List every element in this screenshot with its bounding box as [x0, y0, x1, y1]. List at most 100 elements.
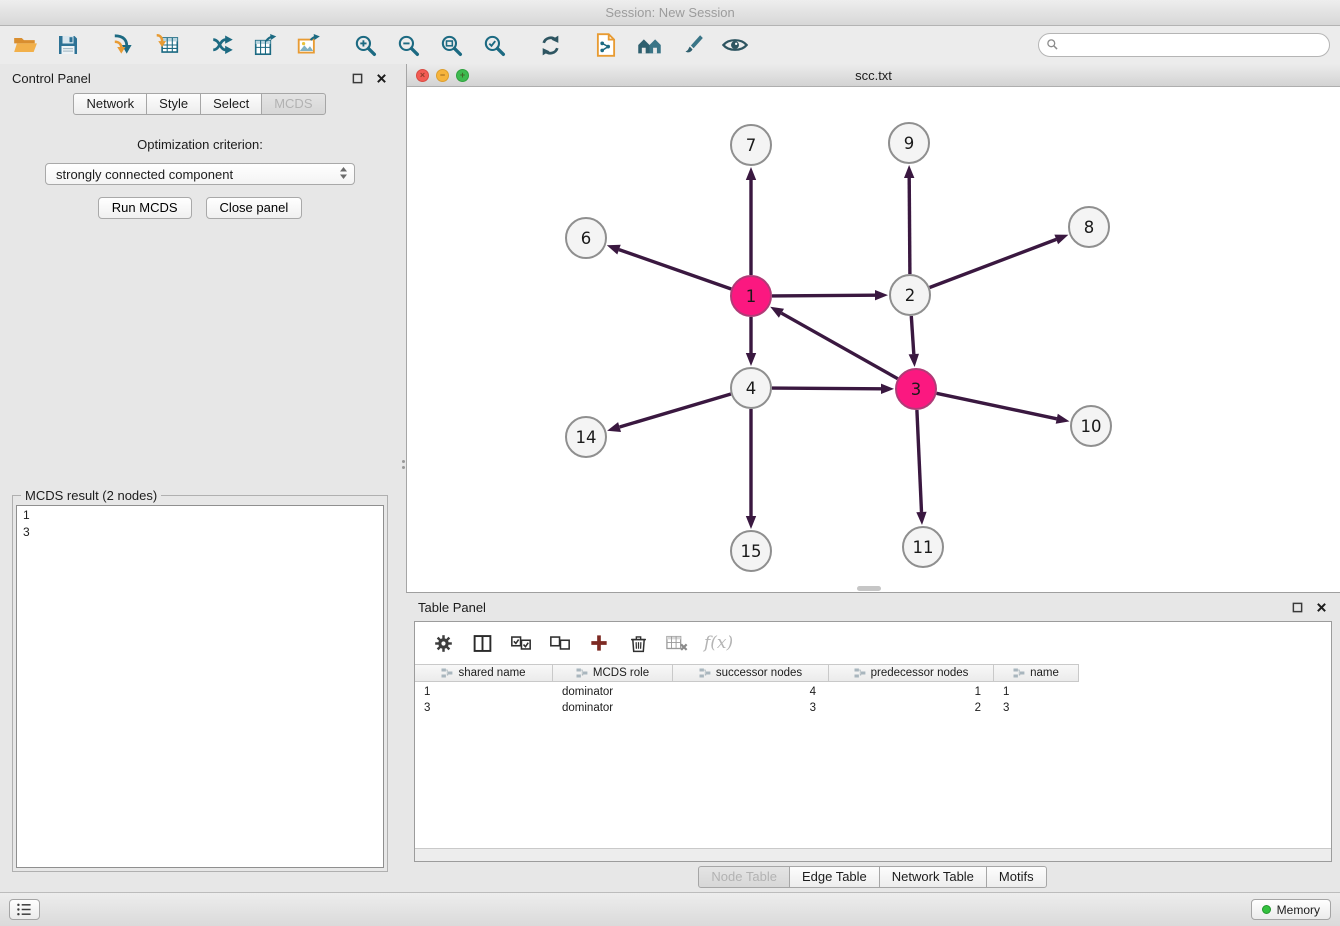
deselect-all-icon[interactable] [548, 630, 572, 656]
close-table-panel-icon[interactable] [1314, 600, 1328, 614]
column-header-mcds-role[interactable]: MCDS role [553, 664, 673, 682]
refresh-icon[interactable] [535, 30, 565, 60]
main-area: Control Panel NetworkStyleSelectMCDS Opt… [0, 64, 1340, 892]
graph-node-8[interactable]: 8 [1069, 207, 1109, 247]
memory-label: Memory [1277, 903, 1320, 917]
table-row[interactable]: 3dominator323 [415, 700, 1331, 716]
gear-icon[interactable] [431, 630, 455, 656]
edge-2-8[interactable] [930, 235, 1069, 288]
svg-text:11: 11 [913, 538, 934, 557]
tab-select[interactable]: Select [200, 93, 262, 115]
graph-node-10[interactable]: 10 [1071, 406, 1111, 446]
panel-splitter[interactable] [400, 64, 406, 892]
edge-4-14[interactable] [607, 394, 731, 432]
show-details-icon[interactable] [720, 30, 750, 60]
memory-button[interactable]: Memory [1251, 899, 1331, 920]
svg-text:8: 8 [1084, 218, 1095, 237]
apply-style-icon[interactable] [677, 30, 707, 60]
graph-node-1[interactable]: 1 [731, 276, 771, 316]
open-folder-icon[interactable] [10, 30, 40, 60]
float-panel-icon[interactable] [350, 71, 364, 85]
float-table-panel-icon[interactable] [1290, 600, 1304, 614]
criterion-select[interactable]: strongly connected component [45, 163, 355, 185]
export-table-icon[interactable] [251, 30, 281, 60]
canvas-hscroll-thumb[interactable] [857, 586, 881, 591]
export-network-icon[interactable] [591, 30, 621, 60]
edge-3-10[interactable] [937, 393, 1070, 424]
save-icon[interactable] [53, 30, 83, 60]
table-cell-name: 3 [994, 702, 1079, 714]
edge-4-3[interactable] [772, 384, 894, 394]
right-column: ×−+ scc.txt 7968124314101511 Table Panel [406, 64, 1340, 892]
edge-4-15[interactable] [746, 409, 756, 529]
column-header-successor-nodes[interactable]: successor nodes [673, 664, 829, 682]
graph-node-3[interactable]: 3 [896, 369, 936, 409]
memory-status-dot [1262, 905, 1271, 914]
graph-node-4[interactable]: 4 [731, 368, 771, 408]
column-header-shared-name[interactable]: shared name [415, 664, 553, 682]
window-controls: ×−+ [416, 64, 469, 86]
new-network-icon[interactable] [208, 30, 238, 60]
column-icon[interactable] [470, 630, 494, 656]
import-network-icon[interactable] [109, 30, 139, 60]
edge-3-11[interactable] [916, 410, 926, 525]
close-panel-button[interactable]: Close panel [206, 197, 303, 219]
tab-node-table[interactable]: Node Table [698, 866, 790, 888]
tab-network-table[interactable]: Network Table [879, 866, 987, 888]
tab-style[interactable]: Style [146, 93, 201, 115]
list-icon [16, 902, 33, 917]
close-panel-icon[interactable] [374, 71, 388, 85]
tab-edge-table[interactable]: Edge Table [789, 866, 880, 888]
zoom-selected-icon[interactable] [479, 30, 509, 60]
graph-node-14[interactable]: 14 [566, 417, 606, 457]
network-overview-icon[interactable] [634, 30, 664, 60]
column-header-name[interactable]: name [994, 664, 1079, 682]
edge-1-6[interactable] [607, 245, 731, 289]
task-history-button[interactable] [9, 899, 40, 920]
column-header-predecessor-nodes[interactable]: predecessor nodes [829, 664, 994, 682]
run-mcds-button[interactable]: Run MCDS [98, 197, 192, 219]
add-column-icon[interactable] [587, 630, 611, 656]
graph-node-2[interactable]: 2 [890, 275, 930, 315]
application-window: Session: New Session Control Panel Netwo… [0, 0, 1340, 926]
edge-1-2[interactable] [772, 290, 888, 300]
table-cell-predecessor-nodes: 2 [829, 702, 994, 714]
delete-column-icon[interactable] [626, 630, 650, 656]
search-input[interactable] [1038, 33, 1330, 57]
select-all-icon[interactable] [509, 630, 533, 656]
tab-mcds[interactable]: MCDS [261, 93, 325, 115]
svg-text:2: 2 [905, 286, 916, 305]
table-panel-title: Table Panel [418, 600, 486, 615]
node-table: f(x) shared nameMCDS rolesuccessor nodes… [414, 621, 1332, 862]
zoom-in-icon[interactable] [350, 30, 380, 60]
table-header: shared nameMCDS rolesuccessor nodesprede… [415, 664, 1331, 682]
graph-node-9[interactable]: 9 [889, 123, 929, 163]
edge-3-1[interactable] [770, 307, 898, 379]
table-cell-shared-name: 1 [415, 686, 553, 698]
edge-2-3[interactable] [909, 316, 919, 367]
window-zoom-button[interactable]: + [456, 69, 469, 82]
control-panel-tabs: NetworkStyleSelectMCDS [0, 92, 400, 119]
window-close-button[interactable]: × [416, 69, 429, 82]
table-row[interactable]: 1dominator411 [415, 684, 1331, 700]
import-table-icon[interactable] [152, 30, 182, 60]
network-graph[interactable]: 7 9 6 8 1 2 4 3 14 10 15 11 [407, 87, 1340, 593]
mcds-result-box[interactable]: 1 3 [16, 505, 384, 868]
tab-motifs[interactable]: Motifs [986, 866, 1047, 888]
tab-network[interactable]: Network [73, 93, 147, 115]
table-hscroll[interactable] [415, 848, 1331, 861]
graph-node-15[interactable]: 15 [731, 531, 771, 571]
graph-node-7[interactable]: 7 [731, 125, 771, 165]
table-toolbar: f(x) [415, 622, 1331, 664]
toolbar-group [535, 30, 565, 60]
network-canvas[interactable]: 7 9 6 8 1 2 4 3 14 10 15 11 [407, 87, 1340, 592]
edge-1-4[interactable] [746, 317, 756, 366]
zoom-out-icon[interactable] [393, 30, 423, 60]
window-minimize-button[interactable]: − [436, 69, 449, 82]
edge-2-9[interactable] [904, 165, 914, 274]
export-image-icon[interactable] [294, 30, 324, 60]
graph-node-6[interactable]: 6 [566, 218, 606, 258]
zoom-fit-icon[interactable] [436, 30, 466, 60]
edge-1-7[interactable] [746, 167, 756, 275]
graph-node-11[interactable]: 11 [903, 527, 943, 567]
